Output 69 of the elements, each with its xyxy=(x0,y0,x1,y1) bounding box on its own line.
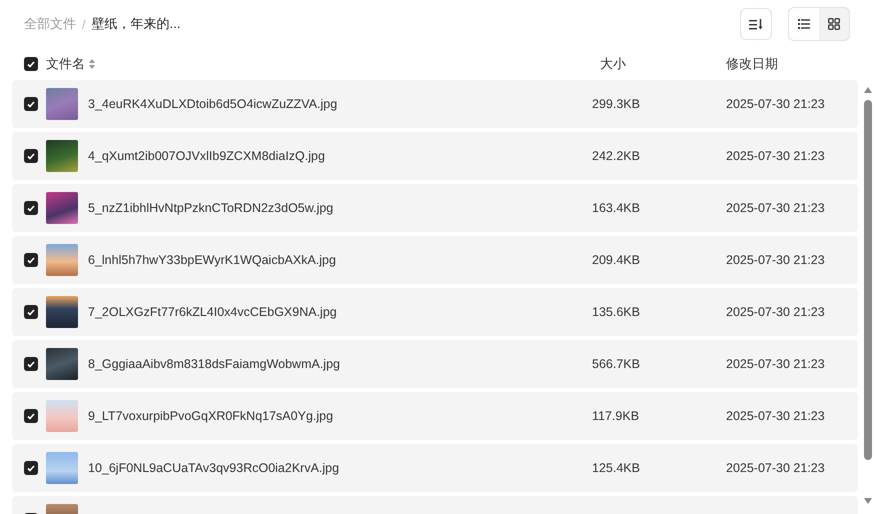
checkbox[interactable] xyxy=(24,149,38,163)
modified-date: 2025-07-30 21:23 xyxy=(726,409,825,423)
checkbox[interactable] xyxy=(24,253,38,267)
sort-button[interactable] xyxy=(740,8,772,40)
file-name: 6_lnhl5h7hwY33bpEWyrK1WQaicbAXkA.jpg xyxy=(88,253,336,267)
modified-date: 2025-07-30 21:23 xyxy=(726,461,825,475)
list-view-button[interactable] xyxy=(789,8,819,40)
file-size: 117.9KB xyxy=(592,409,640,423)
file-size: 125.4KB xyxy=(592,461,640,475)
grid-view-icon xyxy=(828,18,840,30)
file-size: 163.4KB xyxy=(592,201,640,215)
sort-arrows-icon xyxy=(89,59,95,69)
file-row[interactable]: 6_lnhl5h7hwY33bpEWyrK1WQaicbAXkA.jpg 209.4KB 2025-07-30 21:23 xyxy=(12,236,858,284)
photo-placeholder xyxy=(46,140,78,172)
file-row[interactable]: 5_nzZ1ibhlHvNtpPzknCToRDN2z3dO5w.jpg 163.4KB 2025-07-30 21:23 xyxy=(12,184,858,232)
photo-placeholder xyxy=(46,296,78,328)
photo-placeholder xyxy=(46,400,78,432)
photo-placeholder xyxy=(46,192,78,224)
breadcrumb-item: 壁纸，年来的... xyxy=(92,15,180,33)
check-icon xyxy=(27,60,35,68)
file-size: 299.3KB xyxy=(592,97,640,111)
breadcrumb-separator: / xyxy=(82,16,86,32)
modified-date: 2025-07-30 21:23 xyxy=(726,97,825,111)
modified-date: 2025-07-30 21:23 xyxy=(726,305,825,319)
checkbox[interactable] xyxy=(24,461,38,475)
column-header[interactable]: 文件名 xyxy=(46,55,95,73)
file-name: 3_4euRK4XuDLXDtoib6d5O4icwZuZZVA.jpg xyxy=(88,97,338,111)
checkbox[interactable] xyxy=(24,57,38,71)
file-name: 7_2OLXGzFt77r6kZL4I0x4vcCEbGX9NA.jpg xyxy=(88,305,337,319)
checkbox[interactable] xyxy=(24,305,38,319)
sort-icon xyxy=(749,18,763,30)
photo-placeholder xyxy=(46,348,78,380)
checkbox[interactable] xyxy=(24,409,38,423)
check-icon xyxy=(27,152,35,160)
file-name: 8_GggiaaAibv8m8318dsFaiamgWobwmA.jpg xyxy=(88,357,340,371)
list-view-icon xyxy=(798,19,810,29)
file-size: 135.6KB xyxy=(592,305,640,319)
file-size: 242.2KB xyxy=(592,149,640,163)
file-name: 5_nzZ1ibhlHvNtpPzknCToRDN2z3dO5w.jpg xyxy=(88,201,334,215)
file-name: 10_6jF0NL9aCUaTAv3qv93RcO0ia2KrvA.jpg xyxy=(88,461,340,475)
file-size: 209.4KB xyxy=(592,253,640,267)
file-row[interactable]: 10_6jF0NL9aCUaTAv3qv93RcO0ia2KrvA.jpg 125.4KB 2025-07-30 21:23 xyxy=(12,444,858,492)
file-row[interactable]: 3_4euRK4XuDLXDtoib6d5O4icwZuZZVA.jpg 299.3KB 2025-07-30 21:23 xyxy=(12,80,858,128)
checkbox[interactable] xyxy=(24,201,38,215)
check-icon xyxy=(27,100,35,108)
modified-date: 2025-07-30 21:23 xyxy=(726,357,825,371)
check-icon xyxy=(27,464,35,472)
column-header: 修改日期 xyxy=(726,55,778,73)
photo-placeholder xyxy=(46,452,78,484)
file-size: 566.7KB xyxy=(592,357,640,371)
file-row[interactable]: 8_GggiaaAibv8m8318dsFaiamgWobwmA.jpg 566.7KB 2025-07-30 21:23 xyxy=(12,340,858,388)
check-icon xyxy=(27,308,35,316)
column-header: 大小 xyxy=(600,55,626,73)
file-row[interactable]: 7_2OLXGzFt77r6kZL4I0x4vcCEbGX9NA.jpg 135.6KB 2025-07-30 21:23 xyxy=(12,288,858,336)
modified-date: 2025-07-30 21:23 xyxy=(726,149,825,163)
photo-placeholder xyxy=(46,244,78,276)
check-icon xyxy=(27,256,35,264)
photo-placeholder xyxy=(46,88,78,120)
checkbox[interactable] xyxy=(24,97,38,111)
check-icon xyxy=(27,204,35,212)
checkbox[interactable] xyxy=(24,357,38,371)
file-name: 9_LT7voxurpibPvoGqXR0FkNq17sA0Yg.jpg xyxy=(88,409,334,423)
modified-date: 2025-07-30 21:23 xyxy=(726,201,825,215)
file-name: 4_qXumt2ib007OJVxlIb9ZCXM8diaIzQ.jpg xyxy=(88,149,325,163)
check-icon xyxy=(27,360,35,368)
file-row[interactable]: 9_LT7voxurpibPvoGqXR0FkNq17sA0Yg.jpg 117.9KB 2025-07-30 21:23 xyxy=(12,392,858,440)
file-row[interactable]: 4_qXumt2ib007OJVxlIb9ZCXM8diaIzQ.jpg 242.2KB 2025-07-30 21:23 xyxy=(12,132,858,180)
check-icon xyxy=(27,412,35,420)
modified-date: 2025-07-30 21:23 xyxy=(726,253,825,267)
